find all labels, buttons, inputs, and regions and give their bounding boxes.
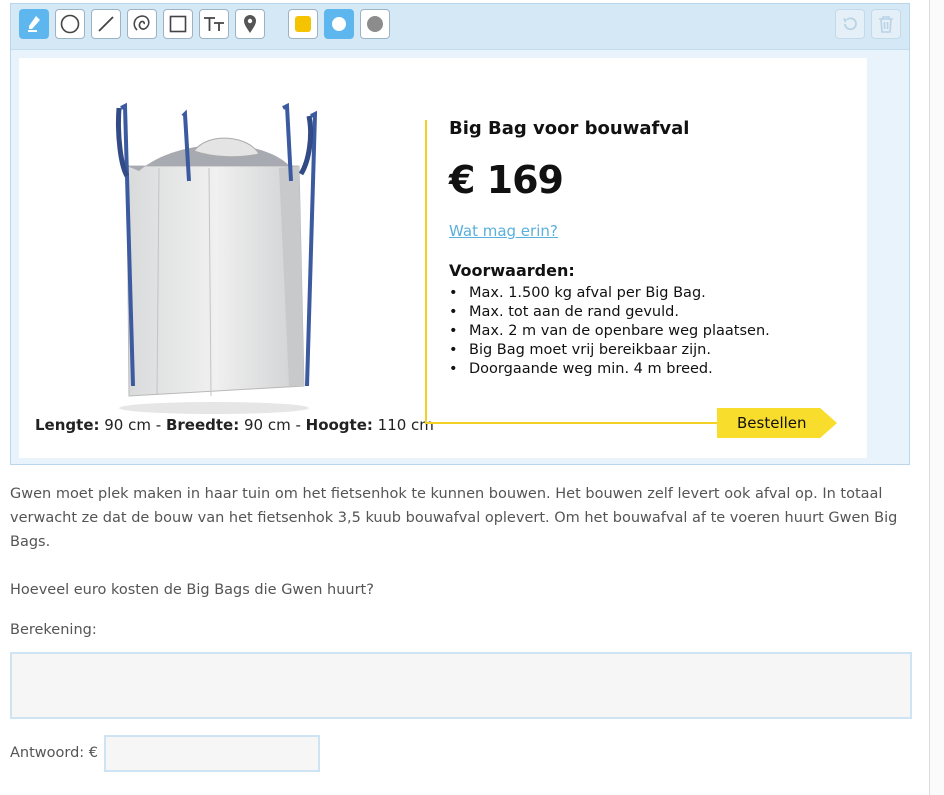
exercise-paragraph: Gwen moet plek maken in haar tuin om het… (10, 486, 898, 550)
list-item: • Doorgaande weg min. 4 m breed. (449, 361, 713, 377)
marker-icon (26, 15, 42, 33)
freehand-tool-button[interactable] (127, 9, 157, 39)
drawing-toolbar (11, 4, 909, 50)
list-item: • Big Bag moet vrij bereikbaar zijn. (449, 342, 711, 358)
color-swatch-icon (366, 15, 384, 33)
product-price: € 169 (449, 158, 564, 202)
height-label: Hoogte: (305, 416, 373, 434)
dimensions-text: Lengte: 90 cm - Breedte: 90 cm - Hoogte:… (35, 416, 434, 434)
conditions-title: Voorwaarden: (449, 261, 575, 280)
list-item: • Max. tot aan de rand gevuld. (449, 304, 679, 320)
line-tool-button[interactable] (91, 9, 121, 39)
exercise-question: Hoeveel euro kosten de Big Bags die Gwen… (10, 582, 374, 598)
list-item: • Max. 1.500 kg afval per Big Bag. (449, 285, 706, 301)
freehand-icon (131, 13, 153, 35)
product-title: Big Bag voor bouwafval (449, 118, 690, 139)
line-icon (97, 15, 115, 33)
color-gray-button[interactable] (360, 9, 390, 39)
answer-input[interactable] (104, 735, 320, 772)
text-icon (203, 16, 225, 32)
big-bag-image (99, 96, 329, 420)
width-value: 90 cm - (239, 416, 306, 434)
calculation-label: Berekening: (10, 622, 97, 638)
square-icon (169, 15, 187, 33)
pin-tool-button[interactable] (235, 9, 265, 39)
undo-icon (841, 15, 859, 33)
list-item: • Max. 2 m van de openbare weg plaatsen. (449, 323, 770, 339)
circle-tool-button[interactable] (55, 9, 85, 39)
order-button[interactable]: Bestellen (717, 408, 837, 438)
scrollbar-track[interactable] (930, 0, 944, 795)
rectangle-tool-button[interactable] (163, 9, 193, 39)
contents-info-link[interactable]: Wat mag erin? (449, 222, 558, 240)
marker-tool-button[interactable] (19, 9, 49, 39)
color-swatch-icon (295, 16, 311, 32)
image-annotation-panel: Lengte: 90 cm - Breedte: 90 cm - Hoogte:… (10, 3, 910, 465)
calculation-input[interactable] (10, 652, 912, 719)
width-label: Breedte: (165, 416, 240, 434)
answer-label: Antwoord: € (10, 745, 99, 761)
pin-icon (243, 14, 257, 34)
circle-icon (60, 14, 80, 34)
undo-button[interactable] (835, 9, 865, 39)
accent-line-horizontal (425, 422, 719, 424)
delete-button[interactable] (871, 9, 901, 39)
trash-icon (878, 15, 894, 33)
product-card: Lengte: 90 cm - Breedte: 90 cm - Hoogte:… (19, 58, 867, 458)
color-yellow-button[interactable] (288, 9, 318, 39)
accent-line-vertical (425, 120, 427, 424)
color-swatch-icon (331, 16, 347, 32)
length-label: Lengte: (35, 416, 100, 434)
text-tool-button[interactable] (199, 9, 229, 39)
length-value: 90 cm - (99, 416, 166, 434)
color-blue-button[interactable] (324, 9, 354, 39)
conditions-list: • Max. 1.500 kg afval per Big Bag. • Max. … (449, 284, 770, 379)
